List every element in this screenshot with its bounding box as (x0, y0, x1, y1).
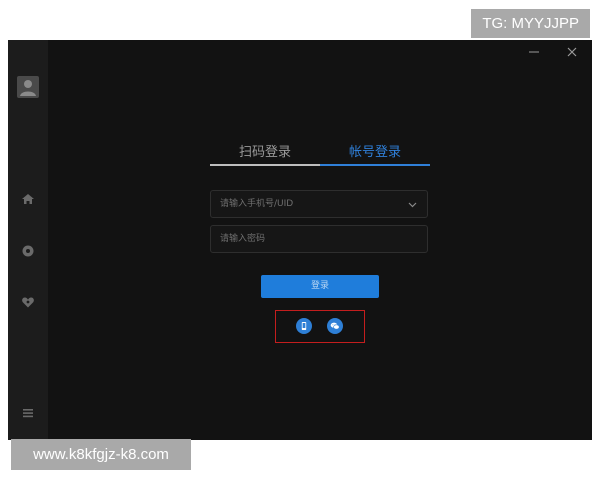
app-window: 扫码登录 帐号登录 请输入手机号/UID 请输入密码 登录 (8, 40, 592, 440)
tab-underline-active (320, 164, 430, 166)
sidebar-item-home[interactable] (21, 192, 35, 206)
sidebar-menu[interactable] (21, 406, 35, 420)
phone-login-icon (301, 322, 307, 330)
user-avatar[interactable] (17, 76, 39, 98)
tab-underline-qr (210, 164, 320, 166)
login-button[interactable]: 登录 (261, 275, 379, 298)
chevron-down-icon (408, 202, 417, 208)
user-avatar-icon (20, 80, 36, 96)
sidebar-item-favorites[interactable] (21, 295, 35, 309)
home-icon (22, 194, 34, 204)
login-tabs: 扫码登录 帐号登录 (210, 144, 430, 166)
close-button[interactable] (564, 44, 580, 60)
watermark-bottom: www.k8kfgjz-k8.com (11, 439, 191, 470)
phone-uid-input[interactable]: 请输入手机号/UID (210, 190, 428, 218)
menu-icon (23, 409, 33, 418)
tab-account-login[interactable]: 帐号登录 (320, 144, 430, 164)
watermark-top: TG: MYYJJPP (471, 9, 590, 38)
password-input[interactable]: 请输入密码 (210, 225, 428, 253)
account-dropdown-toggle[interactable] (408, 200, 417, 209)
phone-uid-placeholder: 请输入手机号/UID (220, 199, 294, 209)
minimize-icon (529, 51, 539, 53)
wechat-login-icon (330, 322, 340, 330)
wechat-login-button[interactable] (327, 318, 343, 334)
sidebar (8, 40, 48, 440)
tab-qr-login[interactable]: 扫码登录 (210, 144, 320, 164)
phone-login-button[interactable] (296, 318, 312, 334)
minimize-button[interactable] (526, 44, 542, 60)
highlight-box (275, 310, 365, 343)
circle-icon (22, 245, 34, 257)
heart-icon (22, 297, 34, 308)
password-placeholder: 请输入密码 (220, 234, 266, 244)
close-icon (567, 47, 577, 57)
sidebar-item-discover[interactable] (21, 244, 35, 258)
